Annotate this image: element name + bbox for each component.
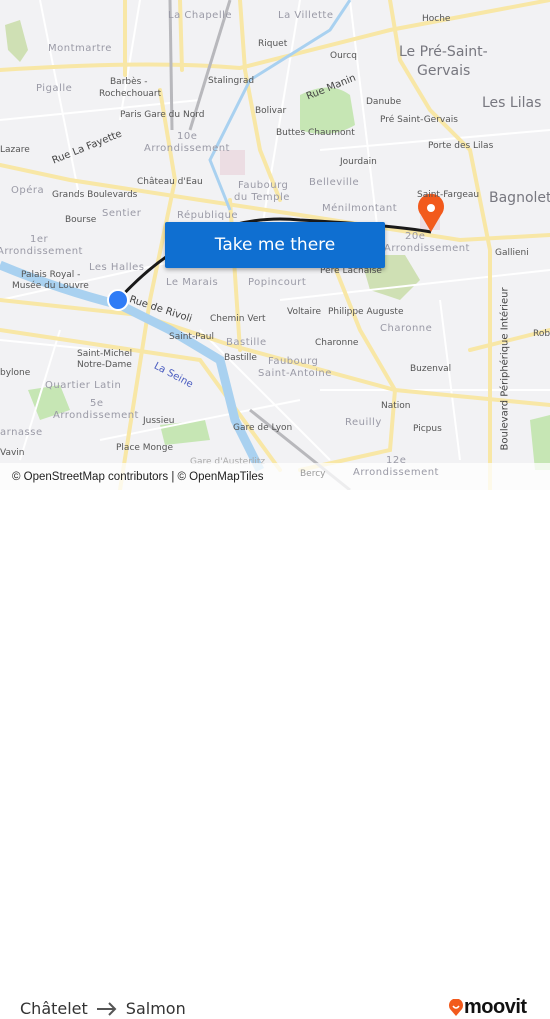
- map-label: arnasse: [0, 427, 43, 438]
- map-label: Palais Royal -: [21, 270, 81, 280]
- map-label: Stalingrad: [208, 76, 255, 86]
- map[interactable]: Montmartre La Chapelle La Villette Rique…: [0, 0, 550, 490]
- origin-name: Châtelet: [20, 999, 88, 1018]
- map-label: 5e: [90, 398, 104, 409]
- map-label: Popincourt: [248, 277, 307, 288]
- map-label: Charonne: [380, 323, 433, 334]
- map-label: Picpus: [413, 424, 442, 434]
- map-label: 10e: [177, 131, 198, 142]
- map-label: Charonne: [315, 338, 359, 348]
- map-label: Bagnolet: [489, 190, 550, 206]
- map-label: Arrondissement: [384, 243, 470, 254]
- map-label: Rob: [533, 329, 550, 339]
- map-label: Bolivar: [255, 106, 287, 116]
- map-label: Barbès -: [110, 77, 148, 87]
- moovit-logo: moovit: [448, 996, 527, 1019]
- map-label: Porte des Lilas: [428, 141, 494, 151]
- map-label: Gallieni: [495, 248, 529, 258]
- map-label: Saint-Antoine: [258, 368, 332, 379]
- map-label: Jourdain: [340, 157, 377, 167]
- map-label: La Chapelle: [168, 10, 233, 21]
- map-label: Buzenval: [410, 364, 452, 374]
- map-label: du Temple: [234, 192, 290, 203]
- moovit-pin-icon: [449, 998, 463, 1016]
- map-label: Montmartre: [48, 43, 112, 54]
- take-me-there-button[interactable]: Take me there: [165, 222, 385, 268]
- map-label: Ménilmontant: [322, 203, 398, 214]
- map-label: Notre-Dame: [77, 360, 132, 370]
- map-label: Le Pré-Saint-: [399, 44, 488, 60]
- map-label: Gervais: [417, 63, 471, 79]
- map-label: Reuilly: [345, 417, 382, 428]
- park: [5, 20, 28, 62]
- map-label: Saint-Paul: [169, 332, 214, 342]
- map-label: Saint-Fargeau: [417, 190, 480, 200]
- park: [530, 415, 550, 470]
- map-label: Bastille: [226, 337, 267, 348]
- map-label: Les Lilas: [482, 95, 542, 111]
- map-label: Jussieu: [143, 416, 175, 426]
- origin-marker: [107, 289, 129, 311]
- map-label: Le Marais: [166, 277, 219, 288]
- route-title: Châtelet Salmon: [20, 999, 186, 1018]
- map-label: Les Halles: [89, 262, 145, 273]
- map-label: 1er: [30, 234, 49, 245]
- map-label: Hoche: [422, 14, 451, 24]
- map-label: Paris Gare du Nord: [120, 110, 205, 120]
- map-label: Arrondissement: [144, 143, 230, 154]
- map-label: Gare de Lyon: [233, 423, 293, 433]
- map-label: Musée du Louvre: [12, 281, 89, 291]
- map-label: Quartier Latin: [45, 380, 122, 391]
- map-label: Faubourg: [268, 356, 319, 367]
- map-label: Rochechouart: [99, 89, 162, 99]
- map-label: bylone: [0, 368, 31, 378]
- map-label: Faubourg: [238, 180, 289, 191]
- map-label: 20e: [405, 231, 426, 242]
- map-label: Arrondissement: [353, 467, 439, 478]
- map-label: Danube: [366, 97, 402, 107]
- map-attribution[interactable]: © OpenStreetMap contributors | © OpenMap…: [0, 463, 550, 490]
- map-label: Place Monge: [116, 443, 174, 453]
- map-label: Grands Boulevards: [52, 190, 138, 200]
- map-label: Bourse: [65, 215, 97, 225]
- map-label: Saint-Michel: [77, 349, 133, 359]
- moovit-wordmark: moovit: [464, 996, 527, 1018]
- map-label: République: [177, 210, 239, 221]
- map-label: Pigalle: [36, 83, 73, 94]
- map-label: Château d'Eau: [137, 177, 203, 187]
- map-label: Arrondissement: [53, 410, 139, 421]
- map-label: Belleville: [309, 177, 360, 188]
- map-label: Riquet: [258, 39, 288, 49]
- map-label: Bastille: [224, 353, 257, 363]
- map-label: Buttes Chaumont: [276, 128, 355, 138]
- map-label: Sentier: [102, 208, 142, 219]
- map-label: Chemin Vert: [210, 314, 266, 324]
- map-label: Philippe Auguste: [328, 307, 404, 317]
- map-label: Bercy: [300, 469, 326, 479]
- map-label: Voltaire: [287, 307, 322, 317]
- destination-name: Salmon: [125, 999, 186, 1018]
- map-label: Arrondissement: [0, 246, 83, 257]
- map-label: Boulevard Périphérique Intérieur: [499, 287, 511, 451]
- arrow-right-icon: [96, 1001, 117, 1016]
- footer: Châtelet Salmon moovit: [0, 490, 550, 1018]
- map-label: Vavin: [0, 448, 25, 458]
- map-label: Ourcq: [330, 51, 357, 61]
- map-label: Opéra: [11, 185, 45, 196]
- map-label: Pré Saint-Gervais: [380, 115, 458, 125]
- map-label: La Villette: [278, 10, 334, 21]
- map-label: Lazare: [0, 145, 30, 155]
- map-label: Nation: [381, 401, 411, 411]
